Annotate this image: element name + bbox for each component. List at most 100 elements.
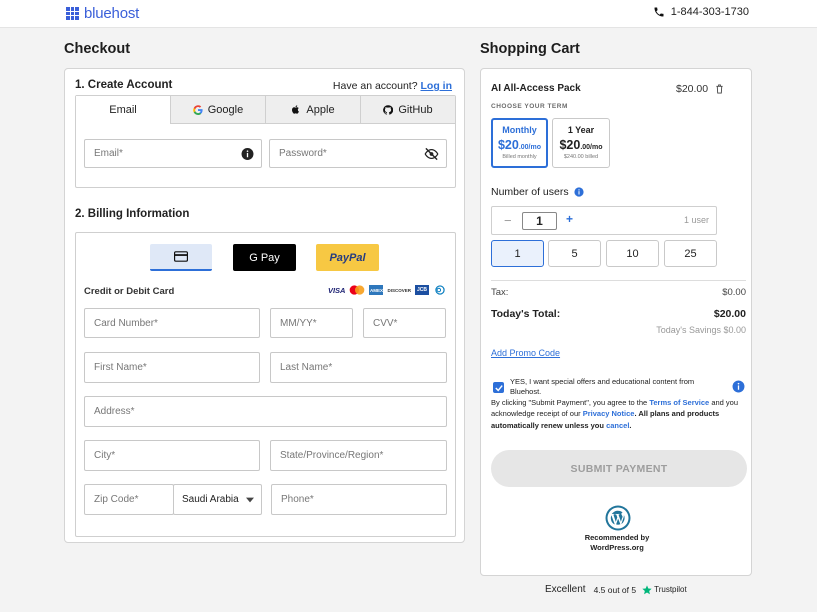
card-brands: VISA AMEX DISCOVER JCB — [328, 285, 447, 295]
expiry-field[interactable]: MM/YY* — [270, 308, 353, 338]
cart-item-price: $20.00 — [676, 83, 709, 95]
choose-term-label: CHOOSE YOUR TERM — [491, 103, 568, 110]
phone-placeholder: Phone* — [281, 494, 314, 505]
qty-plus-button[interactable]: + — [566, 212, 573, 226]
submit-payment-button[interactable]: SUBMIT PAYMENT — [491, 450, 747, 487]
term-monthly[interactable]: Monthly $20.00/mo Billed monthly — [491, 118, 548, 168]
total-row: Today's Total: $20.00 — [491, 308, 746, 320]
zip-placeholder: Zip Code* — [94, 494, 139, 505]
card-number-field[interactable]: Card Number* — [84, 308, 260, 338]
cvv-field[interactable]: CVV* — [363, 308, 446, 338]
eye-hidden-icon[interactable] — [424, 147, 439, 160]
cart-panel: AI All-Access Pack $20.00 CHOOSE YOUR TE… — [480, 68, 752, 576]
consent-text: YES, I want special offers and education… — [510, 377, 695, 397]
tab-apple[interactable]: Apple — [265, 96, 360, 124]
info-icon[interactable] — [574, 187, 584, 197]
password-placeholder: Password* — [279, 148, 327, 159]
apple-icon — [292, 105, 300, 114]
term-monthly-price: $20 — [497, 138, 519, 152]
trust-rating: 4.5 out of 5 — [593, 584, 637, 595]
user-quantity-stepper: − 1 + 1 user — [491, 206, 717, 235]
wordpress-recommendation: Recommended by WordPress.org — [481, 533, 753, 553]
address-field[interactable]: Address* — [84, 396, 447, 427]
term-monthly-label: Monthly — [502, 125, 537, 135]
trash-icon[interactable] — [715, 84, 724, 94]
paypal-button[interactable]: PayPal — [316, 244, 379, 271]
first-name-field[interactable]: First Name* — [84, 352, 260, 383]
city-field[interactable]: City* — [84, 440, 260, 471]
star-icon — [642, 584, 652, 594]
card-icon — [174, 251, 188, 262]
tab-google-label: Google — [207, 103, 244, 116]
tab-email-label: Email — [109, 104, 137, 116]
jcb-logo: JCB — [415, 285, 429, 295]
info-icon[interactable] — [732, 380, 745, 393]
password-field[interactable]: Password* — [269, 139, 447, 168]
privacy-link[interactable]: Privacy Notice — [583, 409, 635, 418]
wp-line-1: Recommended by — [584, 533, 650, 542]
total-label: Today's Total: — [491, 308, 561, 320]
qty-unit: 1 user — [683, 215, 709, 225]
legal-text: By clicking "Submit Payment", you agree … — [491, 398, 739, 430]
tab-github[interactable]: GitHub — [360, 96, 455, 124]
consent-checkbox[interactable] — [493, 382, 504, 393]
term-yearly-cents: .00/mo — [580, 144, 603, 151]
wordpress-icon — [605, 505, 631, 531]
state-field[interactable]: State/Province/Region* — [270, 440, 447, 471]
phone-contact[interactable]: 1-844-303-1730 — [653, 6, 749, 18]
qty-minus-button[interactable]: − — [504, 213, 512, 228]
diners-icon — [433, 285, 447, 295]
cart-item-name: AI All-Access Pack — [491, 83, 581, 94]
top-bar: bluehost 1-844-303-1730 — [0, 0, 817, 28]
cancel-link[interactable]: cancel — [606, 421, 629, 430]
login-link[interactable]: Log in — [421, 80, 453, 92]
checkout-title: Checkout — [64, 41, 131, 57]
tab-email[interactable]: Email — [76, 96, 170, 124]
terms-link[interactable]: Terms of Service — [649, 398, 709, 407]
phone-field[interactable]: Phone* — [271, 484, 447, 515]
country-select[interactable]: Saudi Arabia — [173, 484, 262, 515]
qty-option-10[interactable]: 10 — [606, 240, 659, 267]
billing-title: 2. Billing Information — [75, 208, 190, 220]
term-yearly-price: $20 — [559, 138, 581, 152]
savings-text: Today's Savings $0.00 — [656, 325, 746, 335]
amex-logo: AMEX — [369, 285, 384, 295]
trustpilot-badge[interactable]: Excellent 4.5 out of 5 Trustpilot — [545, 584, 687, 595]
promo-code-link[interactable]: Add Promo Code — [491, 348, 560, 358]
account-tabs-box: Email Google Apple GitHub Email* Passwor… — [75, 95, 456, 188]
tab-google[interactable]: Google — [170, 96, 265, 124]
have-account: Have an account? Log in — [333, 80, 452, 92]
term-yearly[interactable]: 1 Year $20.00/mo $240.00 billed — [552, 118, 610, 168]
term-monthly-cents: .00/mo — [518, 144, 542, 151]
last-name-placeholder: Last Name* — [280, 362, 333, 373]
qty-option-1[interactable]: 1 — [491, 240, 544, 267]
bluehost-logo[interactable]: bluehost — [66, 5, 139, 22]
term-monthly-price-row: $20.00/mo — [493, 136, 546, 154]
qty-option-25[interactable]: 25 — [664, 240, 717, 267]
google-pay-button[interactable]: G Pay — [233, 244, 296, 271]
qty-option-5[interactable]: 5 — [548, 240, 601, 267]
billing-box: G Pay PayPal Credit or Debit Card VISA A… — [75, 232, 456, 537]
zip-field[interactable]: Zip Code* — [84, 484, 174, 515]
email-field[interactable]: Email* — [84, 139, 262, 168]
term-yearly-price-row: $20.00/mo — [553, 136, 609, 154]
qty-input[interactable]: 1 — [522, 212, 557, 230]
term-monthly-note: Billed monthly — [502, 154, 537, 160]
address-placeholder: Address* — [94, 406, 135, 417]
discover-logo: DISCOVER — [387, 287, 411, 293]
last-name-field[interactable]: Last Name* — [270, 352, 447, 383]
mastercard-icon — [349, 285, 365, 295]
term-yearly-label: 1 Year — [567, 125, 595, 135]
country-value: Saudi Arabia — [182, 494, 239, 505]
trust-excellent: Excellent — [545, 584, 586, 595]
card-pay-button[interactable] — [150, 244, 212, 271]
cart-title: Shopping Cart — [480, 41, 580, 57]
logo-grid-icon — [66, 7, 79, 20]
checkout-panel: 1. Create Account Have an account? Log i… — [64, 68, 465, 543]
visa-logo: VISA — [327, 285, 346, 295]
users-label: Number of users — [491, 186, 569, 198]
create-account-title: 1. Create Account — [75, 79, 173, 91]
divider — [491, 280, 746, 281]
account-tabs: Email Google Apple GitHub — [76, 96, 455, 124]
tax-label: Tax: — [491, 287, 509, 298]
